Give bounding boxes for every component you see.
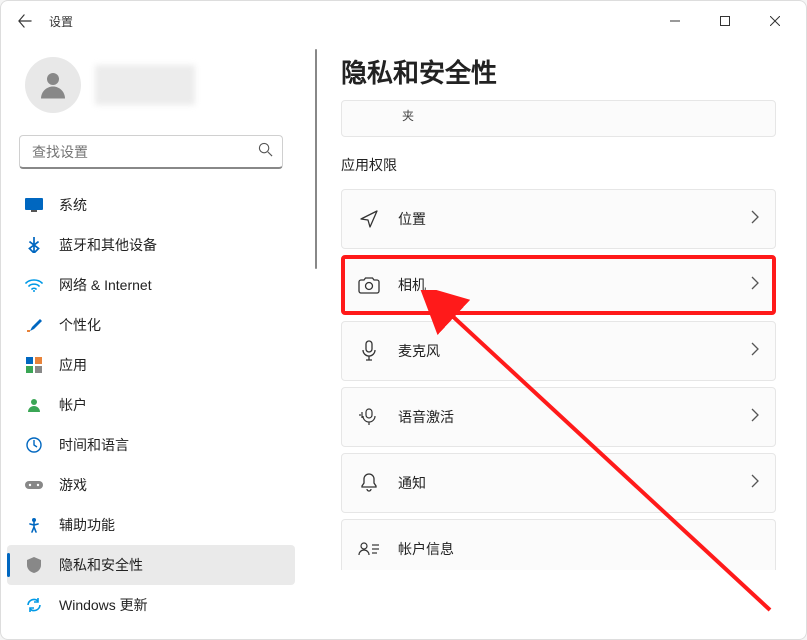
partial-card[interactable]: 夹: [341, 100, 776, 137]
sidebar-item-bluetooth[interactable]: 蓝牙和其他设备: [1, 225, 301, 265]
camera-icon: [358, 274, 380, 296]
titlebar: 设置: [1, 1, 806, 41]
account-icon: [25, 396, 43, 414]
sidebar-item-label: 隐私和安全性: [59, 555, 143, 575]
section-label: 应用权限: [341, 155, 776, 175]
permission-label: 位置: [398, 209, 426, 229]
sidebar-item-label: 个性化: [59, 315, 101, 335]
nav-list: 系统 蓝牙和其他设备 网络 & Internet 个性化 应用: [1, 185, 301, 625]
permission-label: 帐户信息: [398, 539, 454, 559]
sidebar-item-windows-update[interactable]: Windows 更新: [1, 585, 301, 625]
permission-item-notifications[interactable]: 通知: [341, 453, 776, 513]
sidebar-item-label: 系统: [59, 195, 87, 215]
voice-activation-icon: [358, 406, 380, 428]
search-container: [19, 135, 283, 169]
maximize-icon: [720, 16, 730, 26]
sidebar: 系统 蓝牙和其他设备 网络 & Internet 个性化 应用: [1, 41, 301, 639]
account-info-icon: [358, 538, 380, 560]
main-panel: 隐私和安全性 夹 应用权限 位置 相机 麦克风: [301, 41, 806, 639]
apps-icon: [25, 356, 43, 374]
minimize-icon: [670, 16, 680, 26]
permission-list: 位置 相机 麦克风 语音激活: [341, 189, 776, 570]
chevron-right-icon: [751, 342, 759, 361]
profile-area[interactable]: [1, 49, 301, 129]
sidebar-item-label: Windows 更新: [59, 595, 148, 615]
permission-item-camera[interactable]: 相机: [341, 255, 776, 315]
wifi-icon: [25, 276, 43, 294]
sidebar-item-time-language[interactable]: 时间和语言: [1, 425, 301, 465]
settings-window: 设置 系统: [0, 0, 807, 640]
sidebar-item-accounts[interactable]: 帐户: [1, 385, 301, 425]
sidebar-item-personalization[interactable]: 个性化: [1, 305, 301, 345]
permission-item-account-info[interactable]: 帐户信息: [341, 519, 776, 570]
profile-name-blurred: [95, 65, 195, 105]
permission-label: 相机: [398, 275, 426, 295]
permission-item-location[interactable]: 位置: [341, 189, 776, 249]
bluetooth-icon: [25, 236, 43, 254]
shield-icon: [25, 556, 43, 574]
permission-item-voice-activation[interactable]: 语音激活: [341, 387, 776, 447]
partial-card-text: 夹: [402, 109, 414, 123]
permission-item-microphone[interactable]: 麦克风: [341, 321, 776, 381]
chevron-right-icon: [751, 210, 759, 229]
sidebar-item-system[interactable]: 系统: [1, 185, 301, 225]
sidebar-item-label: 辅助功能: [59, 515, 115, 535]
search-icon: [258, 142, 273, 162]
minimize-button[interactable]: [652, 5, 698, 37]
window-title: 设置: [49, 13, 73, 30]
chevron-right-icon: [751, 276, 759, 295]
back-button[interactable]: [9, 5, 41, 37]
sidebar-item-accessibility[interactable]: 辅助功能: [1, 505, 301, 545]
content: 系统 蓝牙和其他设备 网络 & Internet 个性化 应用: [1, 41, 806, 639]
permission-label: 语音激活: [398, 407, 454, 427]
sidebar-item-network[interactable]: 网络 & Internet: [1, 265, 301, 305]
gaming-icon: [25, 476, 43, 494]
person-icon: [35, 67, 71, 103]
sidebar-item-label: 帐户: [59, 395, 87, 415]
window-controls: [652, 5, 798, 37]
close-button[interactable]: [752, 5, 798, 37]
maximize-button[interactable]: [702, 5, 748, 37]
sidebar-item-label: 蓝牙和其他设备: [59, 235, 157, 255]
permission-label: 麦克风: [398, 341, 440, 361]
system-icon: [25, 196, 43, 214]
paintbrush-icon: [25, 316, 43, 334]
sidebar-item-gaming[interactable]: 游戏: [1, 465, 301, 505]
bell-icon: [358, 472, 380, 494]
sidebar-item-label: 网络 & Internet: [59, 275, 152, 295]
sidebar-item-label: 时间和语言: [59, 435, 129, 455]
back-arrow-icon: [18, 14, 32, 28]
avatar: [25, 57, 81, 113]
location-icon: [358, 208, 380, 230]
search-input[interactable]: [19, 135, 283, 169]
sidebar-item-label: 应用: [59, 355, 87, 375]
chevron-right-icon: [751, 408, 759, 427]
sidebar-item-apps[interactable]: 应用: [1, 345, 301, 385]
sidebar-item-privacy[interactable]: 隐私和安全性: [7, 545, 295, 585]
close-icon: [770, 16, 780, 26]
clock-globe-icon: [25, 436, 43, 454]
page-title: 隐私和安全性: [341, 53, 776, 90]
scroll-indicator[interactable]: [315, 49, 317, 269]
chevron-right-icon: [751, 474, 759, 493]
permission-label: 通知: [398, 473, 426, 493]
sidebar-item-label: 游戏: [59, 475, 87, 495]
microphone-icon: [358, 340, 380, 362]
accessibility-icon: [25, 516, 43, 534]
update-icon: [25, 596, 43, 614]
